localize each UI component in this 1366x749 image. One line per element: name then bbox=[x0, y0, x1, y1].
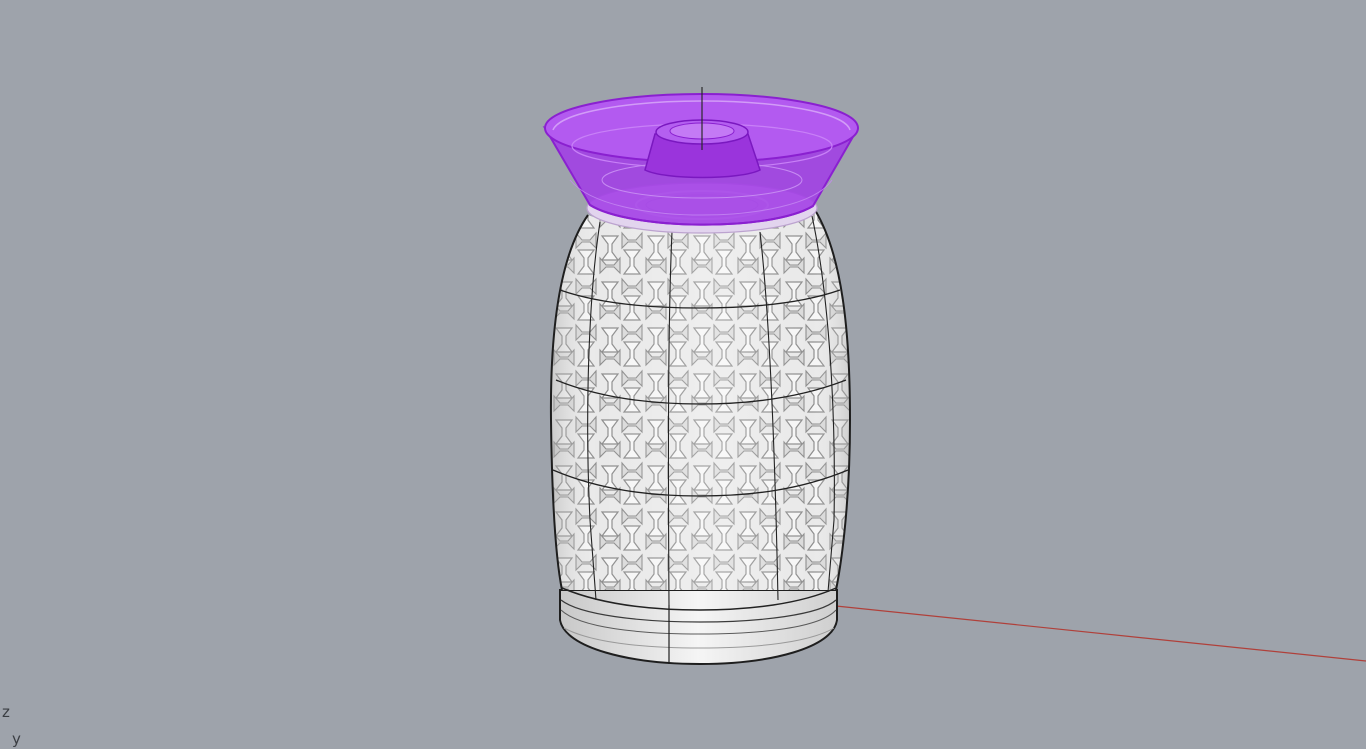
viewport-scene[interactable] bbox=[0, 0, 1366, 749]
vase-body[interactable] bbox=[540, 200, 860, 611]
axis-label-y: y bbox=[12, 730, 21, 748]
world-x-axis bbox=[835, 605, 1366, 662]
axis-label-z: z bbox=[2, 703, 10, 721]
3d-viewport[interactable]: z y bbox=[0, 0, 1366, 749]
